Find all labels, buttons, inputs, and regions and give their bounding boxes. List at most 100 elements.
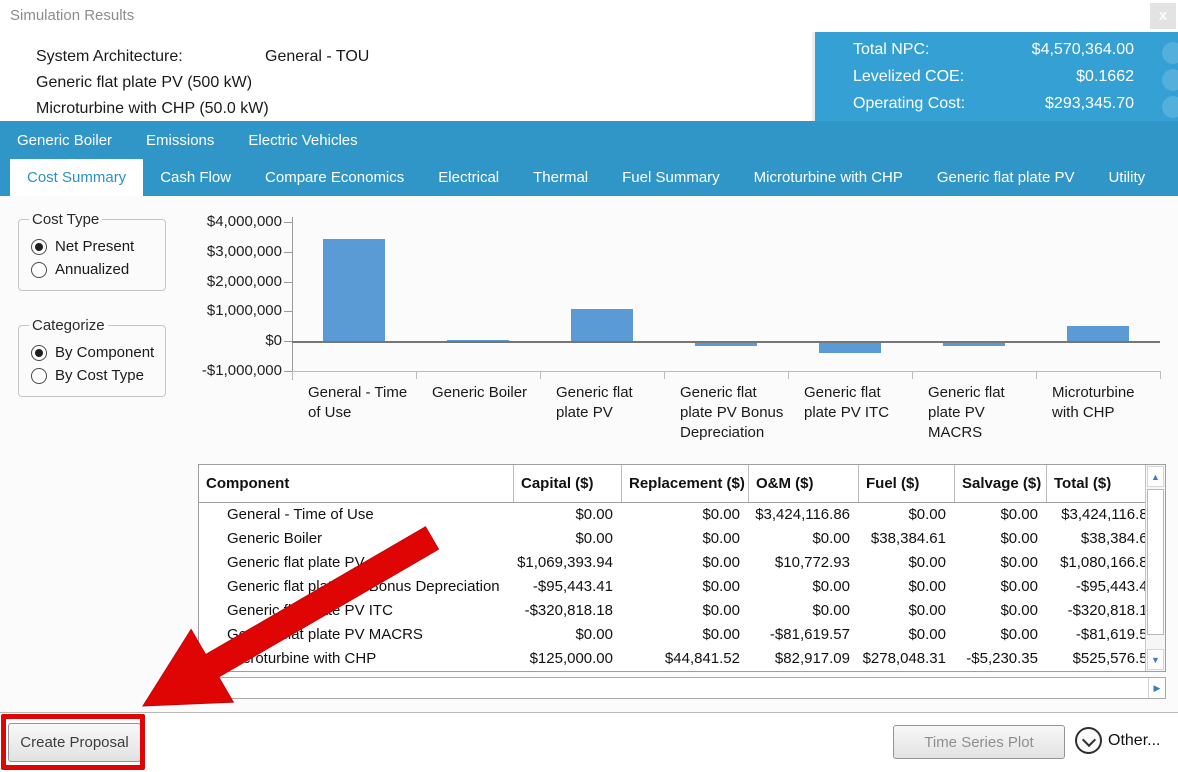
column-header[interactable]: Total ($): [1047, 465, 1147, 502]
y-axis-tick-label: -$1,000,000: [196, 362, 282, 380]
value-cell: $82,917.09: [749, 647, 859, 671]
architecture-label: System Architecture:: [36, 44, 265, 70]
y-axis-tick: [284, 252, 292, 253]
value-cell: $0.00: [622, 575, 749, 599]
time-series-plot-button[interactable]: Time Series Plot: [893, 725, 1065, 759]
tab-electrical[interactable]: Electrical: [421, 159, 516, 196]
y-axis-tick: [284, 282, 292, 283]
tab-utility[interactable]: Utility: [1091, 159, 1162, 196]
value-cell: $3,424,116.86: [1047, 503, 1147, 527]
value-cell: $0.00: [955, 575, 1047, 599]
metric-value: $4,570,364.00: [1032, 41, 1134, 65]
component-cell: Generic flat plate PV Bonus Depreciation: [199, 575, 514, 599]
scroll-right-icon[interactable]: ▶: [1148, 678, 1165, 698]
other-menu-button[interactable]: Other...: [1075, 727, 1160, 754]
column-header[interactable]: Replacement ($): [622, 465, 749, 502]
value-cell: $0.00: [622, 599, 749, 623]
table-row: Generic flat plate PV$1,069,393.94$0.00$…: [199, 551, 1165, 575]
tab-fuel-summary[interactable]: Fuel Summary: [605, 159, 737, 196]
y-axis-tick: [284, 341, 292, 342]
column-header[interactable]: Component: [199, 465, 514, 502]
value-cell: $0.00: [859, 503, 955, 527]
tab-generic-boiler[interactable]: Generic Boiler: [0, 121, 129, 159]
y-axis-tick: [284, 371, 292, 372]
simulation-results-window: Simulation Results x System Architecture…: [0, 0, 1178, 772]
chart-bar: [943, 343, 1005, 345]
table-horizontal-scrollbar[interactable]: ▶: [213, 677, 1166, 699]
y-axis-tick-label: $0: [196, 332, 282, 350]
tab-compare-economics[interactable]: Compare Economics: [248, 159, 421, 196]
tab-generic-flat-plate-pv[interactable]: Generic flat plate PV: [920, 159, 1092, 196]
cost-type-net-present-radio[interactable]: Net Present: [31, 238, 157, 255]
chart-bar: [323, 239, 385, 341]
categorize-by-component-radio[interactable]: By Component: [31, 344, 157, 361]
chevron-down-icon[interactable]: [1075, 727, 1102, 754]
tab-emissions[interactable]: Emissions: [129, 121, 231, 159]
chart-category-label: Generic flat plate PV MACRS: [912, 383, 1036, 443]
scroll-up-icon[interactable]: ▲: [1147, 466, 1164, 487]
info-dot-icon: [1162, 96, 1178, 118]
value-cell: $0.00: [859, 599, 955, 623]
y-axis-tick-label: $1,000,000: [196, 302, 282, 320]
cost-type-annualized-radio[interactable]: Annualized: [31, 261, 157, 278]
tab-cost-summary[interactable]: Cost Summary: [10, 159, 143, 196]
architecture-line-pv: Generic flat plate PV (500 kW): [36, 70, 369, 96]
categorize-by-cost-type-radio[interactable]: By Cost Type: [31, 367, 157, 384]
radio-icon: [31, 345, 47, 361]
cost-summary-table: ComponentCapital ($)Replacement ($)O&M (…: [198, 464, 1166, 672]
component-cell: Microturbine with CHP: [199, 647, 514, 671]
categorize-group: Categorize By ComponentBy Cost Type: [18, 317, 166, 397]
scroll-down-icon[interactable]: ▼: [1147, 649, 1164, 670]
metrics-summary-box: Total NPC:$4,570,364.00Levelized COE:$0.…: [812, 32, 1178, 121]
y-axis-tick-label: $2,000,000: [196, 273, 282, 291]
x-axis-tick: [540, 371, 541, 379]
chart-bar: [1067, 326, 1129, 342]
tab-microturbine-with-chp[interactable]: Microturbine with CHP: [737, 159, 920, 196]
value-cell: $0.00: [514, 503, 622, 527]
value-cell: $0.00: [955, 527, 1047, 551]
value-cell: $0.00: [622, 551, 749, 575]
table-row: General - Time of Use$0.00$0.00$3,424,11…: [199, 503, 1165, 527]
component-cell: Generic flat plate PV: [199, 551, 514, 575]
component-cell: General - Time of Use: [199, 503, 514, 527]
column-header[interactable]: O&M ($): [749, 465, 859, 502]
metric-label: Operating Cost:: [853, 95, 965, 119]
close-icon[interactable]: x: [1150, 3, 1176, 29]
component-cell: Generic flat plate PV MACRS: [199, 623, 514, 647]
radio-icon: [31, 368, 47, 384]
create-proposal-button[interactable]: Create Proposal: [8, 723, 141, 762]
table-row: Generic flat plate PV MACRS$0.00$0.00-$8…: [199, 623, 1165, 647]
metric-value: $0.1662: [1076, 68, 1134, 92]
architecture-line-chp: Microturbine with CHP (50.0 kW): [36, 96, 369, 122]
column-header[interactable]: Salvage ($): [955, 465, 1047, 502]
chart-category-label: Generic flat plate PV Bonus Depreciation: [664, 383, 788, 443]
value-cell: $0.00: [514, 623, 622, 647]
value-cell: $0.00: [514, 527, 622, 551]
radio-label: By Cost Type: [55, 367, 144, 384]
tab-electric-vehicles[interactable]: Electric Vehicles: [231, 121, 374, 159]
value-cell: -$320,818.18: [1047, 599, 1147, 623]
window-title: Simulation Results: [10, 7, 134, 24]
x-axis-line: [292, 371, 1160, 372]
metric-row: Levelized COE:$0.1662: [815, 68, 1178, 92]
cost-type-legend: Cost Type: [29, 211, 102, 228]
value-cell: $0.00: [955, 623, 1047, 647]
value-cell: $10,772.93: [749, 551, 859, 575]
table-row: Generic Boiler$0.00$0.00$0.00$38,384.61$…: [199, 527, 1165, 551]
tab-cash-flow[interactable]: Cash Flow: [143, 159, 248, 196]
value-cell: $0.00: [622, 527, 749, 551]
value-cell: $0.00: [749, 527, 859, 551]
table-vertical-scrollbar[interactable]: ▲▼: [1145, 465, 1165, 671]
metric-value: $293,345.70: [1045, 95, 1134, 119]
column-header[interactable]: Capital ($): [514, 465, 622, 502]
value-cell: $44,841.52: [622, 647, 749, 671]
tab-thermal[interactable]: Thermal: [516, 159, 605, 196]
scrollbar-thumb[interactable]: [1147, 489, 1164, 635]
column-header[interactable]: Fuel ($): [859, 465, 955, 502]
radio-icon: [31, 239, 47, 255]
tab-band: Generic BoilerEmissionsElectric Vehicles…: [0, 121, 1178, 196]
chart-bar: [571, 309, 633, 341]
table-row: Generic flat plate PV ITC-$320,818.18$0.…: [199, 599, 1165, 623]
table-row: Generic flat plate PV Bonus Depreciation…: [199, 575, 1165, 599]
value-cell: $0.00: [955, 551, 1047, 575]
